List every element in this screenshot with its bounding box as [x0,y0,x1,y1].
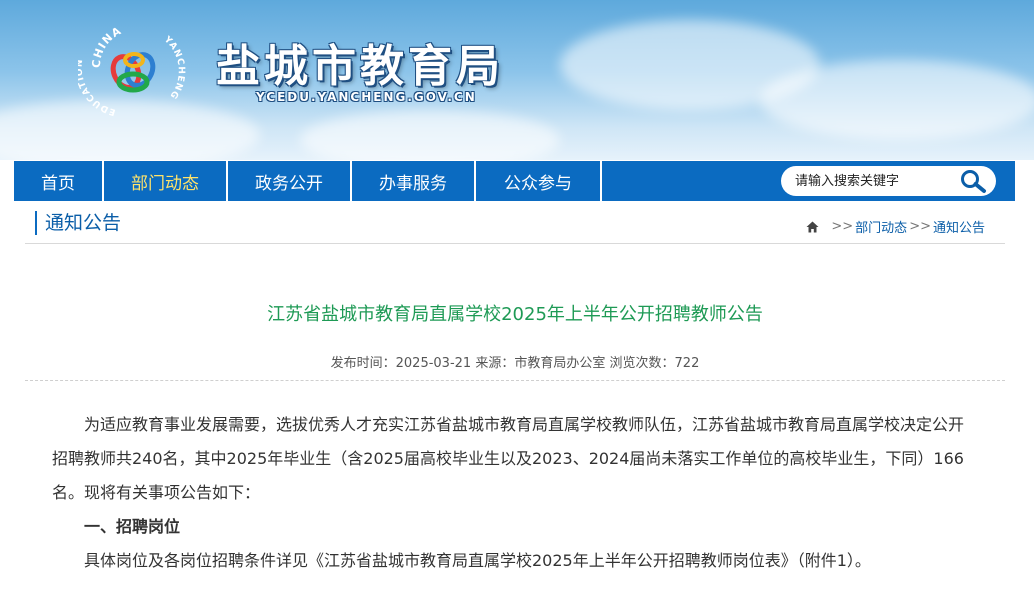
search-input[interactable] [793,172,947,190]
site-title[interactable]: 盐城市教育局 [216,30,504,94]
breadcrumb-separator: >> [831,219,854,234]
nav-item-public-participation[interactable]: 公众参与 [476,161,602,201]
breadcrumb-item-department-news[interactable]: 部门动态 [855,217,907,236]
cloud-decoration [760,60,1034,140]
breadcrumb-separator: >> [909,219,931,234]
breadcrumb: >> 部门动态 >> 通知公告 [806,217,985,236]
section-title: 通知公告 [35,211,121,235]
search-icon[interactable] [958,168,988,194]
publish-label: 发布时间： [330,356,396,371]
section-bar: 通知公告 >> 部门动态 >> 通知公告 [25,207,1005,244]
views-label: 浏览次数： [609,356,675,371]
nav-item-home[interactable]: 首页 [14,161,104,201]
search-box [781,166,996,196]
nav-item-department-news[interactable]: 部门动态 [104,161,228,201]
meta-divider [25,380,1005,381]
home-icon[interactable] [806,221,819,233]
publish-date: 2025-03-21 [395,356,472,371]
article-meta: 发布时间：2025-03-21 来源：市教育局办公室 浏览次数：722 [25,352,1005,371]
source-value: 市教育局办公室 [514,356,606,371]
article-paragraph: 具体岗位及各岗位招聘条件详见《江苏省盐城市教育局直属学校2025年上半年公开招聘… [84,551,871,570]
site-domain: YCEDU.YANCHENG.GOV.CN [256,90,477,104]
source-label: 来源： [475,356,515,371]
svg-text:CHINA: CHINA [90,24,124,68]
views-count: 722 [674,356,700,371]
site-logo[interactable]: CHINA EDUCATION YANCHENG [78,10,188,120]
svg-text:YANCHENG: YANCHENG [161,34,186,101]
article-heading: 一、招聘岗位 [84,517,181,536]
site-header: CHINA EDUCATION YANCHENG 盐城市教育局 YCEDU.YA… [0,0,1034,160]
logo-text-right: YANCHENG [161,34,185,101]
cloud-decoration [300,110,560,160]
breadcrumb-item-notices[interactable]: 通知公告 [933,217,985,236]
nav-item-services[interactable]: 办事服务 [352,161,476,201]
logo-text-top: CHINA [90,24,123,68]
article-paragraph: 为适应教育事业发展需要，选拔优秀人才充实江苏省盐城市教育局直属学校教师队伍，江苏… [52,415,965,502]
article-title: 江苏省盐城市教育局直属学校2025年上半年公开招聘教师公告 [267,304,763,325]
nav-item-government-affairs[interactable]: 政务公开 [228,161,352,201]
article-body: 为适应教育事业发展需要，选拔优秀人才充实江苏省盐城市教育局直属学校教师队伍，江苏… [52,408,977,578]
